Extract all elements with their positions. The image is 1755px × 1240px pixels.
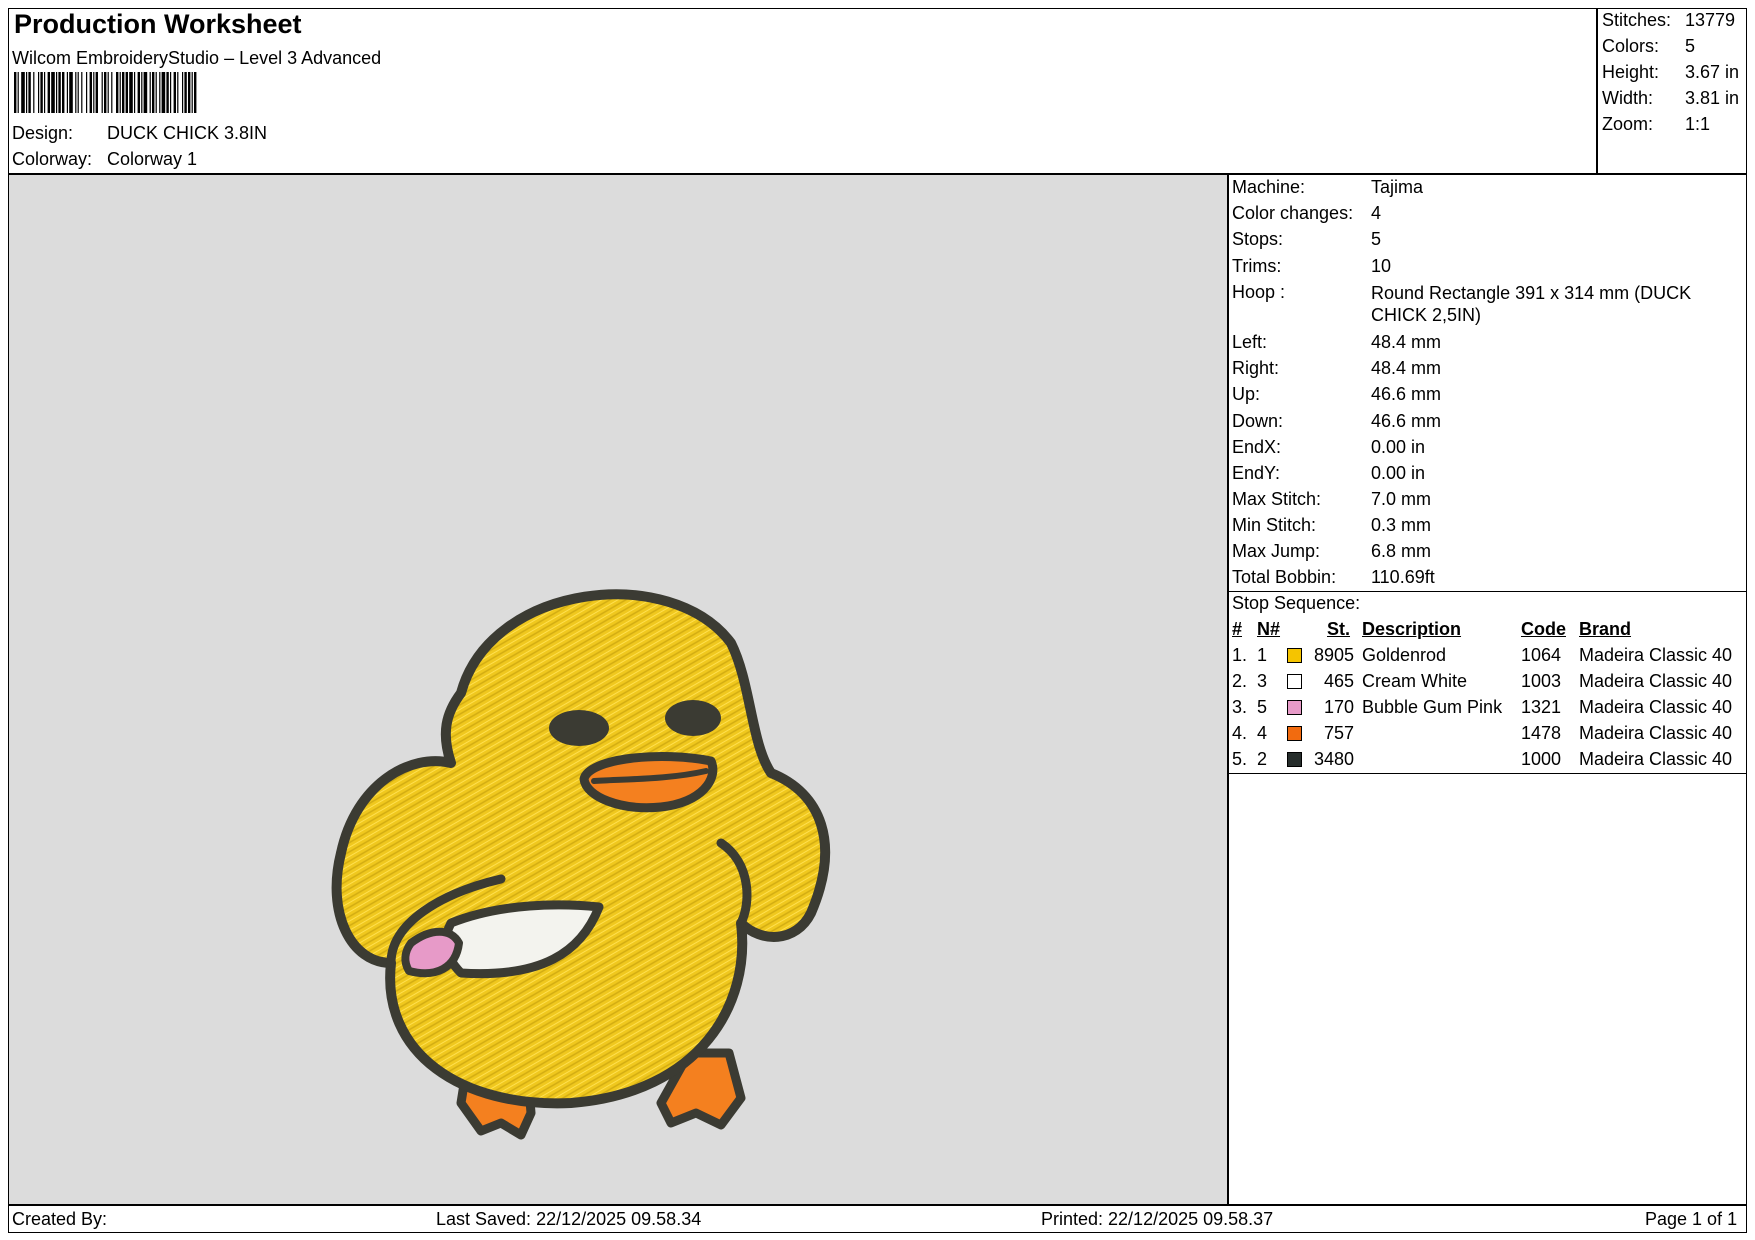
right-label: Right: xyxy=(1232,358,1280,378)
width-label: Width: xyxy=(1602,88,1654,108)
row-stitch-count: 757 xyxy=(1323,723,1354,743)
col-header-description: Description xyxy=(1362,619,1462,639)
zoom-label: Zoom: xyxy=(1602,114,1654,134)
machine-label: Machine: xyxy=(1232,177,1306,197)
row-index: 3. xyxy=(1232,697,1248,717)
thread-color-swatch xyxy=(1287,700,1302,715)
stop-sequence-title: Stop Sequence: xyxy=(1232,593,1361,613)
row-index: 2. xyxy=(1232,671,1248,691)
colors-label: Colors: xyxy=(1602,36,1660,56)
row-description: Bubble Gum Pink xyxy=(1362,697,1503,717)
colorway-value: Colorway 1 xyxy=(107,149,198,169)
row-brand: Madeira Classic 40 xyxy=(1579,697,1733,717)
down-value: 46.6 mm xyxy=(1371,411,1442,431)
row-code: 1003 xyxy=(1521,671,1562,691)
up-value: 46.6 mm xyxy=(1371,384,1442,404)
page-title: Production Worksheet xyxy=(14,9,302,39)
machine-value: Tajima xyxy=(1371,177,1424,197)
row-needle: 5 xyxy=(1257,697,1268,717)
col-header-index: # xyxy=(1232,619,1243,639)
zoom-value: 1:1 xyxy=(1685,114,1711,134)
row-stitch-count: 465 xyxy=(1323,671,1354,691)
stops-value: 5 xyxy=(1371,229,1382,249)
thread-color-swatch xyxy=(1287,674,1302,689)
max-jump-label: Max Jump: xyxy=(1232,541,1321,561)
width-value: 3.81 in xyxy=(1685,88,1740,108)
hoop-value: Round Rectangle 391 x 314 mm (DUCK CHICK… xyxy=(1371,283,1692,325)
max-stitch-value: 7.0 mm xyxy=(1371,489,1432,509)
row-description: Cream White xyxy=(1362,671,1468,691)
total-bobbin-label: Total Bobbin: xyxy=(1232,567,1337,587)
thread-color-swatch xyxy=(1287,648,1302,663)
barcode-image xyxy=(14,72,197,113)
stops-label: Stops: xyxy=(1232,229,1284,249)
colors-value: 5 xyxy=(1685,36,1696,56)
row-brand: Madeira Classic 40 xyxy=(1579,723,1733,743)
col-header-stitches: St. xyxy=(1327,619,1351,639)
right-value: 48.4 mm xyxy=(1371,358,1442,378)
col-header-brand: Brand xyxy=(1579,619,1632,639)
design-preview xyxy=(8,174,1228,1205)
up-label: Up: xyxy=(1232,384,1261,404)
total-bobbin-value: 110.69ft xyxy=(1371,567,1435,587)
row-code: 1000 xyxy=(1521,749,1562,769)
thread-color-swatch xyxy=(1287,752,1302,767)
thread-color-swatch xyxy=(1287,726,1302,741)
col-header-needle: N# xyxy=(1257,619,1281,639)
left-value: 48.4 mm xyxy=(1371,332,1442,352)
row-needle: 1 xyxy=(1257,645,1268,665)
hoop-label: Hoop : xyxy=(1232,282,1286,302)
duck-chick-embroidery-image xyxy=(331,589,830,1140)
trims-label: Trims: xyxy=(1232,256,1282,276)
row-needle: 4 xyxy=(1257,723,1268,743)
row-brand: Madeira Classic 40 xyxy=(1579,671,1733,691)
divider xyxy=(1228,773,1747,774)
page-number: Page 1 of 1 xyxy=(1645,1209,1738,1229)
colorway-label: Colorway: xyxy=(12,149,93,169)
trims-value: 10 xyxy=(1371,256,1392,276)
row-needle: 3 xyxy=(1257,671,1268,691)
min-stitch-label: Min Stitch: xyxy=(1232,515,1317,535)
endy-label: EndY: xyxy=(1232,463,1281,483)
printed-text: Printed: 22/12/2025 09.58.37 xyxy=(1041,1209,1274,1229)
color-changes-label: Color changes: xyxy=(1232,203,1354,223)
row-description: Goldenrod xyxy=(1362,645,1447,665)
row-code: 1478 xyxy=(1521,723,1562,743)
row-brand: Madeira Classic 40 xyxy=(1579,645,1733,665)
col-header-code: Code xyxy=(1521,619,1566,639)
endy-value: 0.00 in xyxy=(1371,463,1426,483)
created-by-label: Created By: xyxy=(12,1209,108,1229)
left-label: Left: xyxy=(1232,332,1268,352)
row-index: 1. xyxy=(1232,645,1248,665)
min-stitch-value: 0.3 mm xyxy=(1371,515,1432,535)
footer-panel xyxy=(8,1205,1747,1233)
stitches-value: 13779 xyxy=(1685,10,1736,30)
row-stitch-count: 170 xyxy=(1323,697,1354,717)
max-jump-value: 6.8 mm xyxy=(1371,541,1432,561)
row-index: 5. xyxy=(1232,749,1248,769)
height-label: Height: xyxy=(1602,62,1660,82)
stitches-label: Stitches: xyxy=(1602,10,1672,30)
row-brand: Madeira Classic 40 xyxy=(1579,749,1733,769)
endx-value: 0.00 in xyxy=(1371,437,1426,457)
row-index: 4. xyxy=(1232,723,1248,743)
design-value: DUCK CHICK 3.8IN xyxy=(107,123,268,143)
software-name: Wilcom EmbroideryStudio – Level 3 Advanc… xyxy=(12,48,382,68)
row-stitch-count: 3480 xyxy=(1313,749,1354,769)
row-needle: 2 xyxy=(1257,749,1268,769)
row-stitch-count: 8905 xyxy=(1313,645,1354,665)
color-changes-value: 4 xyxy=(1371,203,1382,223)
down-label: Down: xyxy=(1232,411,1284,431)
design-label: Design: xyxy=(12,123,74,143)
height-value: 3.67 in xyxy=(1685,62,1740,82)
endx-label: EndX: xyxy=(1232,437,1282,457)
divider xyxy=(1228,591,1747,592)
last-saved-text: Last Saved: 22/12/2025 09.58.34 xyxy=(436,1209,702,1229)
max-stitch-label: Max Stitch: xyxy=(1232,489,1322,509)
row-code: 1064 xyxy=(1521,645,1562,665)
row-code: 1321 xyxy=(1521,697,1562,717)
